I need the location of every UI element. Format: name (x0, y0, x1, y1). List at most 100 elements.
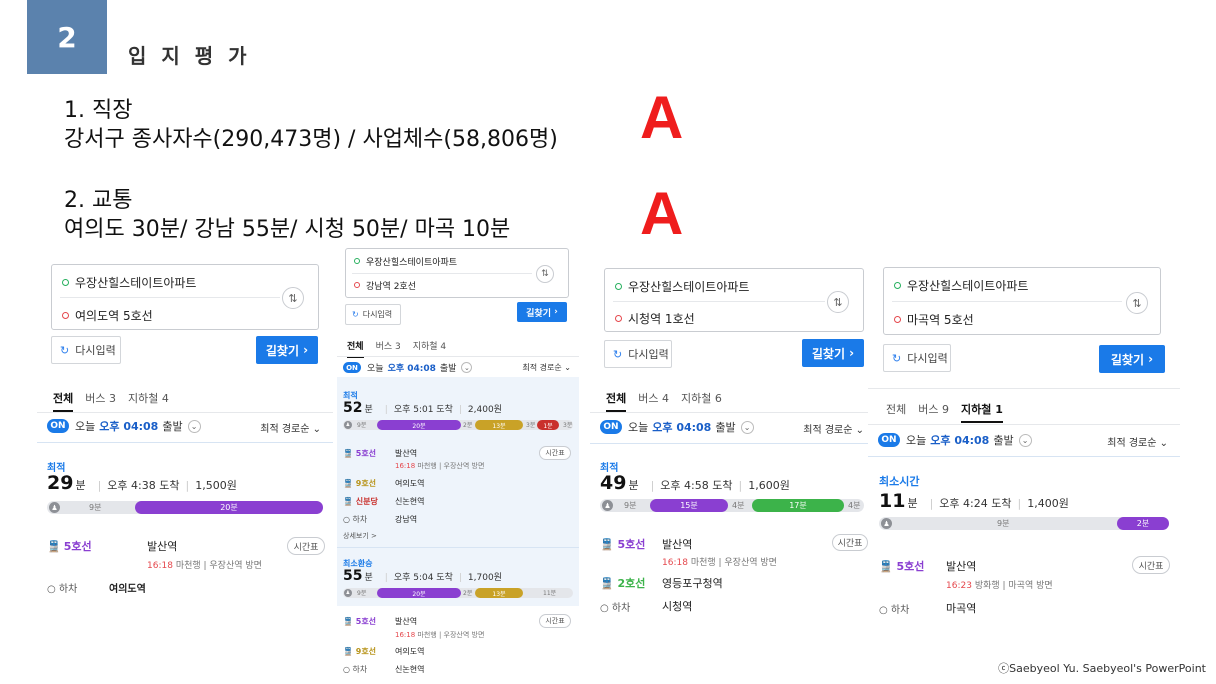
search-label: 길찾기 (1110, 352, 1144, 367)
walk-icon: ♟ (344, 589, 352, 597)
departure-time[interactable]: ON 오늘 오후 04:08 출발 ⌄ (600, 419, 754, 435)
tab-all[interactable]: 전체 (606, 390, 627, 412)
walk-icon: ♟ (344, 421, 352, 429)
timetable-button[interactable]: 시간표 (832, 534, 868, 551)
swap-icon[interactable]: ⇅ (536, 265, 554, 283)
alight-marker: ○ 하차 (879, 605, 910, 616)
r2-stop3: 신논현역 (395, 665, 425, 674)
details-link[interactable]: 상세보기 > (343, 531, 377, 541)
depart-time: 오후 04:08 (99, 420, 159, 433)
arrival-time: 오후 5:01 도착 (393, 405, 453, 415)
board-time: 16:18 (395, 631, 416, 639)
route2-summary[interactable]: 55 분 | 오후 5:04 도착 | 1,700원 (343, 568, 502, 584)
tab-subway[interactable]: 지하철 4 (128, 390, 169, 412)
tab-subway[interactable]: 지하철 6 (681, 390, 722, 412)
arrival-time: 오후 4:58 도착 (660, 479, 733, 492)
sort-dropdown[interactable]: 최적 경로순 ⌄ (803, 421, 864, 436)
search-label: 길찾기 (265, 343, 299, 358)
depart-suffix: 출발 (993, 434, 1014, 447)
swap-icon[interactable]: ⇅ (827, 291, 849, 313)
origin-field[interactable]: 우장산힐스테이트아파트 (894, 276, 1028, 294)
swap-icon[interactable]: ⇅ (282, 287, 304, 309)
reset-button[interactable]: ↻ 다시입력 (604, 340, 672, 368)
sort-dropdown[interactable]: 최적 경로순 ⌄ (1107, 434, 1168, 449)
destination-field[interactable]: 강남역 2호선 (354, 278, 416, 292)
bar-line9-segment: 13분 (475, 420, 523, 430)
seg-time: 2분 (1136, 519, 1150, 528)
chevron-down-icon: ⌄ (1018, 433, 1032, 447)
section1-text: 강서구 종사자수(290,473명) / 사업체수(58,806명) (64, 127, 558, 152)
board-direction: 마천행 | 우장산역 방면 (690, 558, 777, 568)
duration-unit: 분 (907, 497, 918, 510)
refresh-icon: ↻ (352, 310, 359, 319)
reset-button[interactable]: ↻ 다시입력 (345, 304, 401, 325)
swap-icon[interactable]: ⇅ (1126, 292, 1148, 314)
depart-time: 오후 04:08 (387, 364, 436, 374)
search-button[interactable]: 길찾기 › (1099, 345, 1165, 373)
destination-field[interactable]: 시청역 1호선 (615, 309, 695, 327)
origin-field[interactable]: 우장산힐스테이트아파트 (354, 254, 457, 268)
on-badge: ON (47, 419, 69, 433)
duration-value: 55 (343, 568, 363, 584)
stop2: 영등포구청역 (662, 577, 723, 590)
origin-text: 우장산힐스테이트아파트 (628, 279, 750, 294)
timetable-button[interactable]: 시간표 (1132, 556, 1170, 574)
duration-unit: 분 (628, 479, 639, 492)
fare: 1,500원 (195, 479, 237, 492)
destination-field[interactable]: 마곡역 5호선 (894, 310, 974, 328)
departure-time[interactable]: ON 오늘 오후 04:08 출발 ⌄ (343, 361, 473, 374)
tab-bus[interactable]: 버스 3 (85, 390, 116, 412)
r2-info: 16:18 마천행 | 우장산역 방면 (395, 630, 484, 640)
bar-walk-time: 9분 (997, 519, 1010, 528)
search-button[interactable]: 길찾기 › (802, 339, 864, 367)
sort-dropdown[interactable]: 최적 경로순 ⌄ (260, 420, 321, 435)
destination-field[interactable]: 여의도역 5호선 (62, 306, 153, 324)
stop1: 발산역 (662, 538, 693, 551)
search-button[interactable]: 길찾기 › (256, 336, 318, 364)
timetable-button[interactable]: 시간표 (539, 446, 571, 460)
destination-dot-icon (894, 315, 901, 323)
tab-all[interactable]: 전체 (886, 401, 906, 423)
reset-button[interactable]: ↻ 다시입력 (51, 336, 121, 364)
route-input-box: 우장산힐스테이트아파트 강남역 2호선 ⇅ (345, 248, 569, 298)
r1-info: 16:18 마천행 | 우장산역 방면 (395, 461, 484, 471)
departure-time[interactable]: ON 오늘 오후 04:08 출발 ⌄ (47, 418, 201, 434)
arrival-time: 오후 4:24 도착 (939, 497, 1012, 510)
origin-field[interactable]: 우장산힐스테이트아파트 (615, 277, 749, 295)
origin-field[interactable]: 우장산힐스테이트아파트 (62, 273, 196, 291)
depart-day: 오늘 (906, 434, 927, 447)
fare: 1,700원 (467, 573, 502, 583)
bar-line5-segment: 20분 (377, 588, 461, 598)
refresh-icon: ↻ (613, 347, 623, 361)
reset-button[interactable]: ↻ 다시입력 (883, 344, 951, 372)
seg3-time: 1분 (543, 422, 553, 430)
line-name: 5호선 (617, 538, 646, 551)
depart-suffix: 출발 (715, 421, 736, 434)
route-summary[interactable]: 11 분 | 오후 4:24 도착 | 1,400원 (879, 490, 1069, 512)
line-name: 5호선 (63, 540, 92, 553)
timetable-button[interactable]: 시간표 (287, 537, 325, 555)
seg-time: 20분 (220, 503, 238, 512)
route-summary[interactable]: 49 분 | 오후 4:58 도착 | 1,600원 (600, 472, 790, 494)
chevron-down-icon: ⌄ (740, 420, 754, 434)
board-time: 16:18 (147, 561, 173, 571)
r2-alight-marker: ○ 하차 (343, 665, 368, 674)
tab-bus[interactable]: 버스 4 (638, 390, 669, 412)
departure-time[interactable]: ON 오늘 오후 04:08 출발 ⌄ (878, 432, 1032, 448)
duration-unit: 분 (364, 573, 373, 583)
line-name: 9호선 (355, 647, 377, 656)
search-button[interactable]: 길찾기 › (517, 302, 567, 322)
sort-dropdown[interactable]: 최적 경로순 ⌄ (522, 362, 571, 373)
destination-text: 강남역 2호선 (366, 281, 416, 292)
bar-gap: 2분 (463, 590, 473, 597)
r1-line2: 🚆 9호선 (343, 479, 377, 488)
walk-icon: ♟ (881, 518, 892, 529)
timetable-button[interactable]: 시간표 (539, 614, 571, 628)
route-summary[interactable]: 29 분 | 오후 4:38 도착 | 1,500원 (47, 472, 237, 494)
route1-summary[interactable]: 52 분 | 오후 5:01 도착 | 2,400원 (343, 400, 502, 416)
tab-all[interactable]: 전체 (53, 390, 74, 412)
section1-grade: A (640, 84, 684, 151)
tab-bus[interactable]: 버스 9 (918, 401, 949, 423)
r1-line3: 🚆 신분당 (343, 497, 378, 506)
tab-subway[interactable]: 지하철 1 (961, 401, 1003, 423)
